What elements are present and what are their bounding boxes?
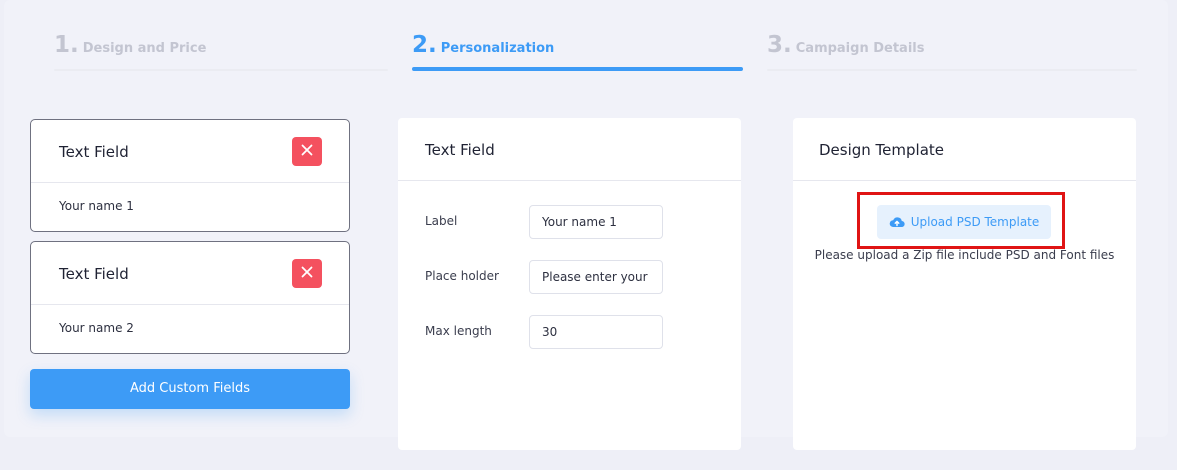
field-card-title: Text Field [59,143,129,161]
field-card-value: Your name 1 [59,199,134,213]
close-icon [301,144,313,155]
step-underline-active [412,67,743,71]
field-card-header: Text Field [31,120,349,183]
card-header: Design Template [793,118,1136,181]
remove-field-button[interactable] [292,137,322,166]
form-label: Max length [425,324,492,338]
form-row-max-length: Max length [425,315,715,349]
custom-field-card[interactable]: Text Field Your name 1 [30,119,350,232]
step-design-and-price[interactable]: 1. Design and Price [54,32,388,72]
field-card-value: Your name 2 [59,321,134,335]
field-editor-card: Text Field Label Place holder Max length [398,118,741,450]
placeholder-input[interactable] [529,260,663,294]
card-header: Text Field [398,118,741,181]
step-label: Campaign Details [795,41,925,56]
card-title: Text Field [425,141,495,159]
step-number: 1. [54,32,79,58]
form-label: Place holder [425,269,499,283]
remove-field-button[interactable] [292,259,322,288]
close-icon [301,266,313,277]
step-underline [767,69,1137,71]
add-custom-fields-button[interactable]: Add Custom Fields [30,369,350,409]
step-label: Personalization [440,41,555,56]
step-personalization[interactable]: 2. Personalization [412,32,743,72]
max-length-input[interactable] [529,315,663,349]
label-input[interactable] [529,205,663,239]
cloud-upload-icon [889,216,905,227]
step-number: 2. [412,32,437,58]
form-row-label: Label [425,205,715,239]
design-template-card: Design Template Upload PSD Template Plea… [793,118,1136,450]
step-underline [54,69,388,71]
upload-hint: Please upload a Zip file include PSD and… [814,248,1115,262]
step-number: 3. [767,32,792,58]
field-card-header: Text Field [31,242,349,305]
custom-field-card[interactable]: Text Field Your name 2 [30,241,350,354]
form-label: Label [425,214,458,228]
field-card-title: Text Field [59,265,129,283]
upload-psd-template-button[interactable]: Upload PSD Template [877,205,1051,239]
step-label: Design and Price [82,41,207,56]
upload-button-label: Upload PSD Template [910,215,1040,229]
step-campaign-details[interactable]: 3. Campaign Details [767,32,1137,72]
card-title: Design Template [819,141,945,159]
form-row-placeholder: Place holder [425,260,715,294]
